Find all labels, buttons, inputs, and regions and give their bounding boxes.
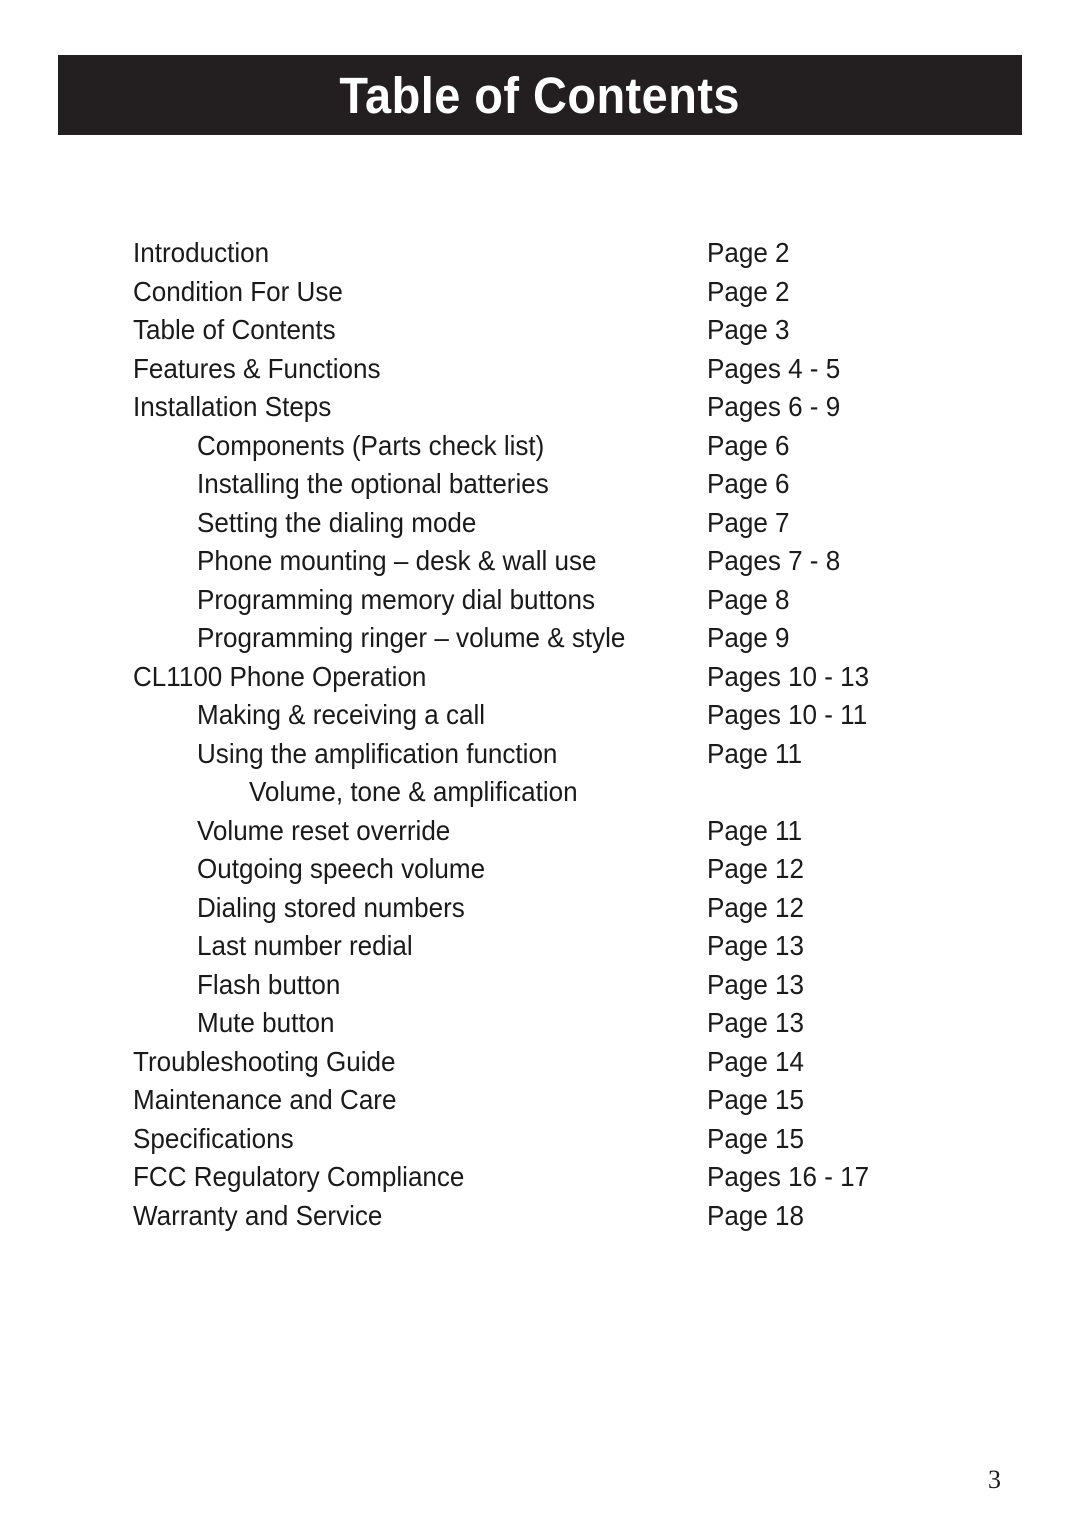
toc-entry-label: Programming ringer – volume & style <box>197 622 626 653</box>
toc-entry-page: Pages 10 - 11 <box>707 699 868 730</box>
toc-entry[interactable]: Setting the dialing mode Page 7 <box>133 504 933 543</box>
toc-entry-label: Last number redial <box>197 930 413 961</box>
page-title: Table of Contents <box>339 66 741 124</box>
toc-entry-page: Pages 4 - 5 <box>707 352 841 384</box>
toc-entry[interactable]: Table of Contents Page 3 <box>133 311 933 350</box>
toc-entry-label: Installation Steps <box>133 391 332 422</box>
toc-entry[interactable]: Making & receiving a call Pages 10 - 11 <box>133 696 933 735</box>
toc-entry[interactable]: Troubleshooting Guide Page 14 <box>133 1043 933 1082</box>
toc-entry[interactable]: Introduction Page 2 <box>133 234 933 273</box>
toc-entry-label: Introduction <box>133 237 270 268</box>
toc-entry-page: Pages 6 - 9 <box>707 391 841 422</box>
toc-entry[interactable]: Specifications Page 15 <box>133 1120 933 1159</box>
page-header-banner: Table of Contents <box>58 55 1022 135</box>
toc-entry-page: Page 14 <box>707 1045 805 1077</box>
toc-entry[interactable]: Mute button Page 13 <box>133 1004 933 1043</box>
toc-entry-label: Outgoing speech volume <box>197 853 486 884</box>
toc-entry[interactable]: Outgoing speech volume Page 12 <box>133 850 933 889</box>
toc-entry-label: Specifications <box>133 1122 294 1154</box>
toc-entry-label: CL1100 Phone Operation <box>133 660 427 692</box>
toc-entry-page: Page 11 <box>707 814 803 846</box>
toc-entry-label: Dialing stored numbers <box>197 891 465 923</box>
toc-entry-page: Page 2 <box>707 237 790 268</box>
toc-entry-page: Page 13 <box>707 1007 805 1038</box>
document-page: Table of Contents Introduction Page 2 Cond… <box>0 0 1080 1532</box>
toc-entry-page: Page 15 <box>707 1122 805 1154</box>
toc-entry[interactable]: Installing the optional batteries Page 6 <box>133 465 933 504</box>
toc-entry-page: Page 11 <box>707 737 803 769</box>
toc-entry[interactable]: Warranty and Service Page 18 <box>133 1197 933 1236</box>
toc-entry[interactable]: Condition For Use Page 2 <box>133 273 933 312</box>
toc-entry-label: Mute button <box>197 1007 335 1038</box>
toc-entry-page: Page 7 <box>707 506 790 538</box>
toc-entry-page: Page 13 <box>707 930 805 961</box>
toc-entry-label: Volume, tone & amplification <box>249 776 578 807</box>
toc-entry[interactable]: Last number redial Page 13 <box>133 927 933 966</box>
toc-entry[interactable]: Volume reset override Page 11 <box>133 812 933 851</box>
toc-entry-label: Components (Parts check list) <box>197 429 545 461</box>
toc-entry-label: Setting the dialing mode <box>197 506 477 538</box>
toc-entry-page: Page 6 <box>707 468 790 499</box>
toc-entry-label: FCC Regulatory Compliance <box>133 1161 465 1192</box>
toc-entry[interactable]: Volume, tone & amplification <box>133 773 933 812</box>
toc-entry-page: Page 8 <box>707 583 790 615</box>
toc-entry-page: Page 15 <box>707 1084 805 1115</box>
toc-entry-label: Flash button <box>197 968 341 1000</box>
toc-entry-label: Features & Functions <box>133 352 381 384</box>
toc-entry-page: Page 3 <box>707 314 790 345</box>
toc-entry-page: Page 12 <box>707 853 805 884</box>
toc-entry[interactable]: FCC Regulatory Compliance Pages 16 - 17 <box>133 1158 933 1197</box>
toc-entry-page: Page 13 <box>707 968 805 1000</box>
toc-entry[interactable]: Maintenance and Care Page 15 <box>133 1081 933 1120</box>
toc-entry[interactable]: Programming ringer – volume & style Page … <box>133 619 933 658</box>
toc-entry-label: Using the amplification function <box>197 737 558 769</box>
toc-entry[interactable]: Components (Parts check list) Page 6 <box>133 427 933 466</box>
toc-entry-label: Table of Contents <box>133 314 336 345</box>
footer-page-number: 3 <box>988 1465 1001 1494</box>
toc-entry-label: Installing the optional batteries <box>197 468 549 499</box>
toc-entry[interactable]: Phone mounting – desk & wall use Pages 7 … <box>133 542 933 581</box>
toc-entry-page: Page 2 <box>707 275 790 307</box>
toc-entry[interactable]: Dialing stored numbers Page 12 <box>133 889 933 928</box>
toc-entry-page: Page 18 <box>707 1199 805 1231</box>
toc-entry[interactable]: Flash button Page 13 <box>133 966 933 1005</box>
toc-entry-label: Troubleshooting Guide <box>133 1045 396 1077</box>
toc-entry-label: Programming memory dial buttons <box>197 583 595 615</box>
toc-entry-label: Making & receiving a call <box>197 699 486 730</box>
toc-entry-page: Pages 7 - 8 <box>707 545 841 576</box>
toc-entry[interactable]: Using the amplification function Page 11 <box>133 735 933 774</box>
toc-entry-page: Pages 10 - 13 <box>707 660 870 692</box>
toc-entry-label: Phone mounting – desk & wall use <box>197 545 597 576</box>
toc-entry-label: Maintenance and Care <box>133 1084 397 1115</box>
table-of-contents-list: Introduction Page 2 Condition For Use Page … <box>133 234 933 1235</box>
toc-entry-label: Condition For Use <box>133 275 343 307</box>
toc-entry[interactable]: Installation Steps Pages 6 - 9 <box>133 388 933 427</box>
toc-entry-page: Page 6 <box>707 429 790 461</box>
toc-entry-label: Warranty and Service <box>133 1199 383 1231</box>
toc-entry[interactable]: Features & Functions Pages 4 - 5 <box>133 350 933 389</box>
toc-entry-page: Pages 16 - 17 <box>707 1161 870 1192</box>
toc-entry-page: Page 12 <box>707 891 805 923</box>
toc-entry[interactable]: CL1100 Phone Operation Pages 10 - 13 <box>133 658 933 697</box>
toc-entry-page: Page 9 <box>707 622 790 653</box>
toc-entry[interactable]: Programming memory dial buttons Page 8 <box>133 581 933 620</box>
toc-entry-label: Volume reset override <box>197 814 451 846</box>
